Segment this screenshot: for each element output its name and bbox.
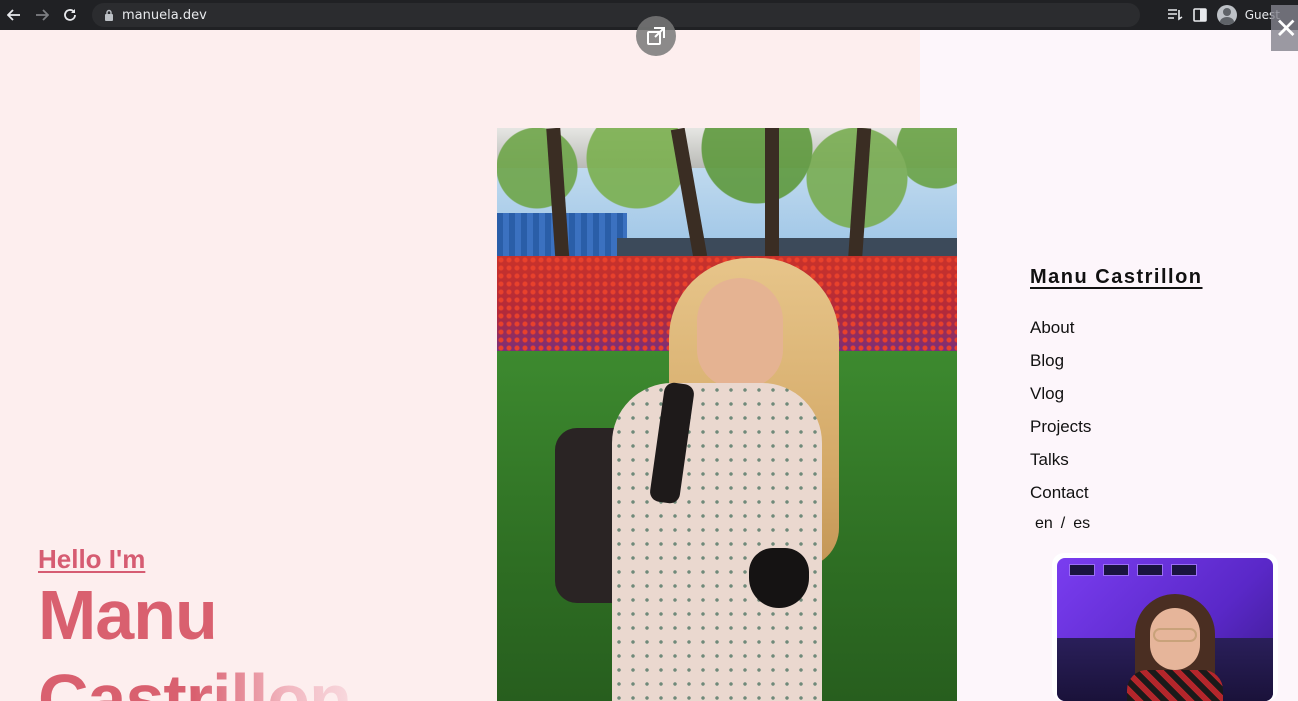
close-button[interactable]: ✕ xyxy=(1271,5,1298,51)
open-in-new-button[interactable] xyxy=(636,16,676,56)
reload-button[interactable] xyxy=(56,1,84,29)
main-nav: About Blog Vlog Projects Talks Contact xyxy=(1030,316,1091,514)
nav-item-vlog[interactable]: Vlog xyxy=(1030,382,1091,415)
reload-icon xyxy=(64,9,76,21)
language-switcher: en / es xyxy=(1035,515,1090,533)
address-bar[interactable]: manuela.dev xyxy=(92,3,1140,27)
nav-item-about[interactable]: About xyxy=(1030,316,1091,349)
close-icon: ✕ xyxy=(1274,11,1298,45)
side-panel-icon[interactable] xyxy=(1192,8,1207,22)
webcam-video xyxy=(1057,558,1273,701)
back-button[interactable] xyxy=(0,1,28,29)
avatar-icon xyxy=(1216,5,1237,25)
forward-button[interactable] xyxy=(28,1,56,29)
nav-item-blog[interactable]: Blog xyxy=(1030,349,1091,382)
lock-icon xyxy=(105,9,113,21)
lang-es[interactable]: es xyxy=(1073,515,1090,533)
url-text: manuela.dev xyxy=(122,7,207,23)
lang-en[interactable]: en xyxy=(1035,515,1053,533)
hero-name-first: Manu xyxy=(38,576,218,654)
lang-separator: / xyxy=(1060,515,1066,532)
arrow-right-icon xyxy=(36,9,49,21)
nav-item-projects[interactable]: Projects xyxy=(1030,415,1091,448)
open-in-new-icon xyxy=(647,27,665,45)
nav-item-contact[interactable]: Contact xyxy=(1030,481,1091,514)
webcam-overlay xyxy=(1052,553,1278,701)
profile-photo xyxy=(497,128,957,701)
site-title-link[interactable]: Manu Castrillon xyxy=(1030,266,1203,289)
toolbar-actions: Guest xyxy=(1167,3,1280,27)
hero-name-last: Castrillon xyxy=(38,664,352,701)
hello-link[interactable]: Hello I'm xyxy=(38,544,145,575)
arrow-left-icon xyxy=(7,9,20,21)
reading-list-icon[interactable] xyxy=(1167,8,1183,22)
nav-item-talks[interactable]: Talks xyxy=(1030,448,1091,481)
